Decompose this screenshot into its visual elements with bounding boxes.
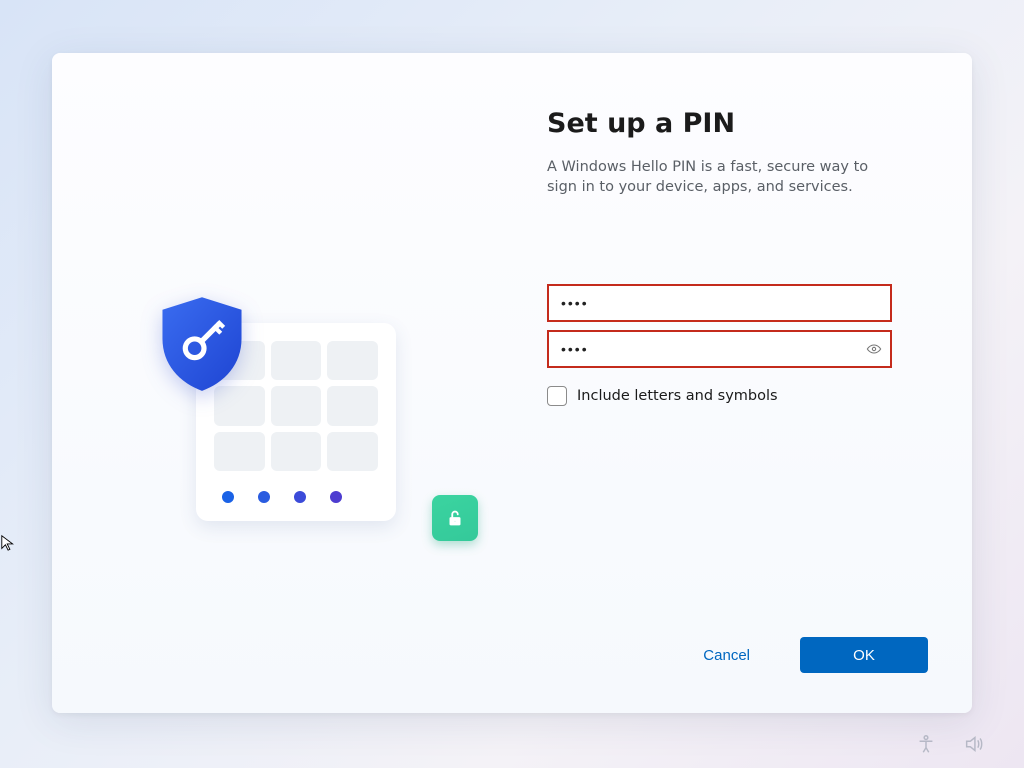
form-column: Set up a PIN A Windows Hello PIN is a fa…: [492, 53, 972, 637]
keypad-cell: [214, 432, 265, 471]
keypad-cell: [271, 341, 322, 380]
pin-form: Include letters and symbols: [547, 284, 932, 406]
include-letters-label[interactable]: Include letters and symbols: [577, 388, 778, 404]
pin-illustration: [140, 283, 460, 543]
unlock-icon: [432, 495, 478, 541]
dialog-title: Set up a PIN: [547, 108, 932, 139]
shield-key-icon: [150, 291, 254, 395]
keypad-cell: [271, 386, 322, 425]
include-letters-checkbox[interactable]: [547, 386, 567, 406]
pin-dots: [222, 491, 342, 503]
reveal-pin-icon[interactable]: [860, 335, 888, 363]
new-pin-input[interactable]: [547, 284, 892, 322]
include-letters-row: Include letters and symbols: [547, 386, 932, 406]
confirm-pin-wrap: [547, 330, 892, 368]
pin-dot: [222, 491, 234, 503]
keypad-cell: [327, 432, 378, 471]
pin-dot: [258, 491, 270, 503]
volume-icon[interactable]: [960, 730, 988, 758]
keypad-cell: [271, 432, 322, 471]
dialog-description: A Windows Hello PIN is a fast, secure wa…: [547, 157, 887, 198]
pin-dot: [330, 491, 342, 503]
cancel-button[interactable]: Cancel: [699, 639, 754, 672]
dialog-body: Set up a PIN A Windows Hello PIN is a fa…: [52, 53, 972, 637]
pin-dot: [294, 491, 306, 503]
ok-button[interactable]: OK: [800, 637, 928, 673]
pin-setup-dialog: Set up a PIN A Windows Hello PIN is a fa…: [52, 53, 972, 713]
dialog-buttons: Cancel OK: [52, 637, 972, 713]
system-tray: [912, 730, 988, 758]
accessibility-icon[interactable]: [912, 730, 940, 758]
keypad-cell: [327, 341, 378, 380]
keypad-cell: [327, 386, 378, 425]
illustration-column: [52, 53, 492, 637]
new-pin-wrap: [547, 284, 892, 322]
confirm-pin-input[interactable]: [547, 330, 892, 368]
mouse-cursor-icon: [0, 534, 18, 552]
